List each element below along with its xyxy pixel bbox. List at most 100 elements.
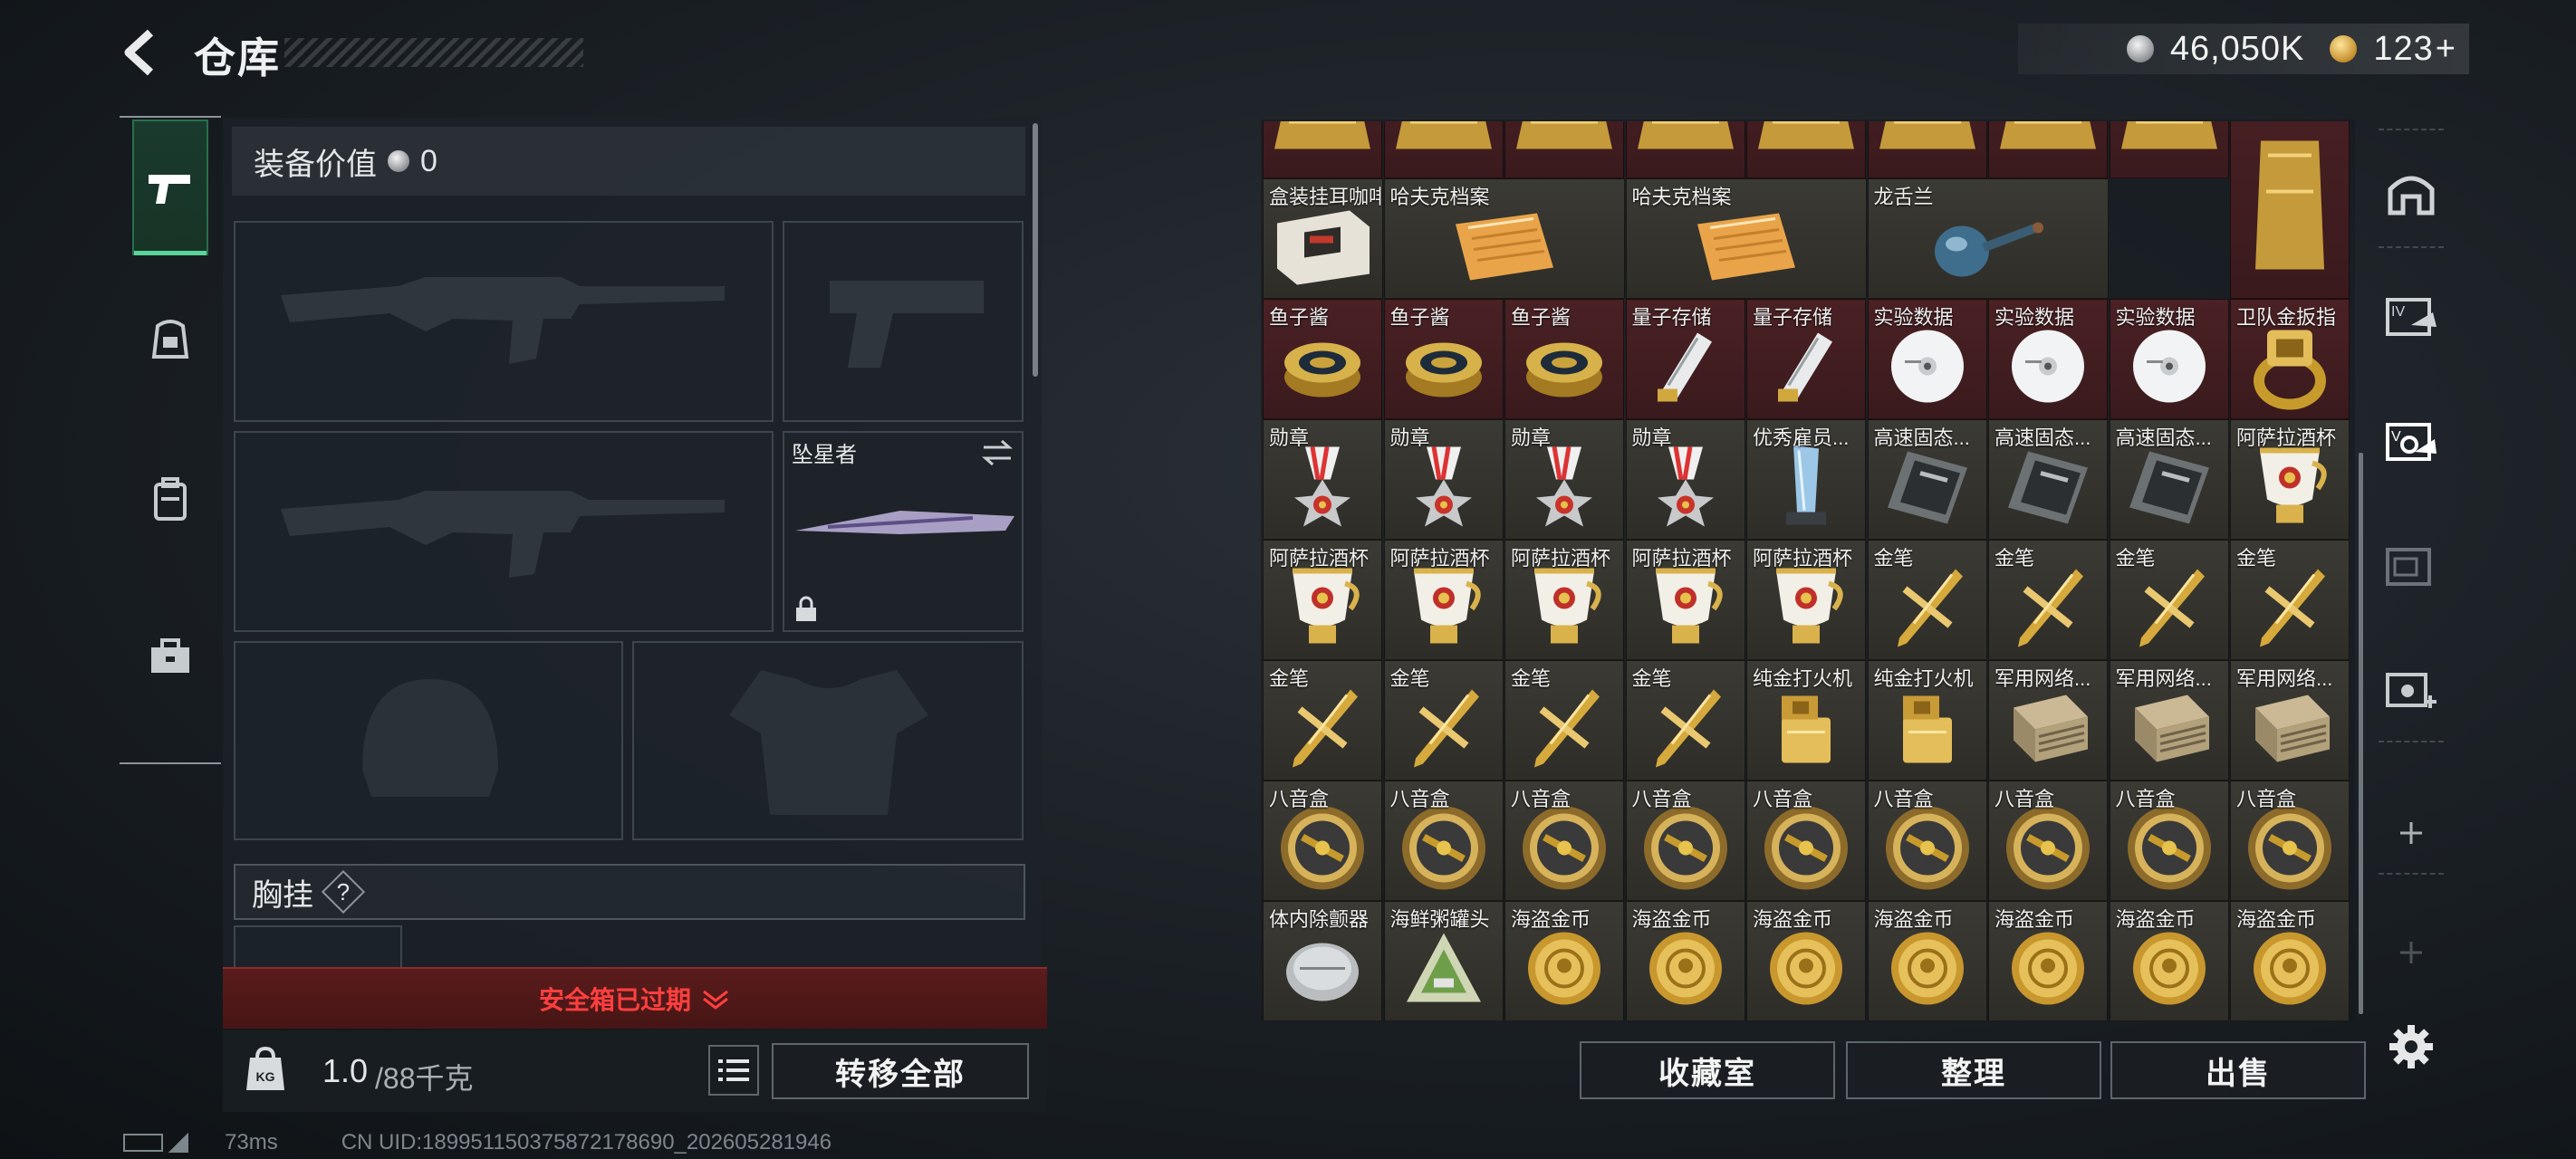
stash-item-gold-pen[interactable]: 金笔: [1988, 540, 2108, 660]
stash-item-ssd-drive[interactable]: 高速固态...: [2109, 419, 2229, 540]
nav-weapons[interactable]: [132, 120, 208, 255]
gold-currency[interactable]: 123 +: [2373, 30, 2456, 69]
nav-backpack[interactable]: [132, 431, 208, 567]
stash-item-pirate-coin[interactable]: 海盗金币: [1625, 901, 1745, 1021]
sell-button[interactable]: 出售: [2110, 1041, 2366, 1099]
stash-item-medal[interactable]: 勋章: [1263, 419, 1382, 540]
stash-item-gold-bar[interactable]: [1263, 121, 1382, 178]
stash-item-gold-bar[interactable]: [1504, 121, 1624, 178]
stash-item-music-box[interactable]: 八音盒: [1504, 781, 1624, 901]
stash-item-gold-pen[interactable]: 金笔: [1383, 660, 1504, 781]
stash-item-gold-pen[interactable]: 金笔: [1625, 660, 1745, 781]
stash-item-goblet[interactable]: 阿萨拉酒杯: [1746, 540, 1866, 660]
stash-item-medal[interactable]: 勋章: [1504, 419, 1624, 540]
stash-item-data-disc[interactable]: 实验数据: [1867, 299, 1987, 419]
stash-item-gold-bar[interactable]: [2109, 121, 2229, 178]
stash-item-ssd-drive[interactable]: 高速固态...: [1988, 419, 2108, 540]
stash-item-gold-pen[interactable]: 金笔: [1504, 660, 1624, 781]
stash-item-goblet[interactable]: 阿萨拉酒杯: [2230, 419, 2350, 540]
stash-item-crystal-trophy[interactable]: 优秀雇员...: [1746, 419, 1866, 540]
stash-item-music-box[interactable]: 八音盒: [1263, 781, 1382, 901]
safe-box-expired-banner[interactable]: 安全箱已过期: [223, 967, 1047, 1029]
primary-weapon-slot[interactable]: [234, 221, 774, 422]
stash-item-document[interactable]: 哈夫克档案: [1625, 178, 1867, 299]
stash-item-gold-pen[interactable]: 金笔: [2230, 540, 2350, 660]
stash-item-gold-bar[interactable]: [1988, 121, 2108, 178]
stash-item-goblet[interactable]: 阿萨拉酒杯: [1625, 540, 1745, 660]
stash-item-caviar-tin[interactable]: 鱼子酱: [1504, 299, 1624, 419]
stash-item-gold-lighter[interactable]: 纯金打火机: [1867, 660, 1987, 781]
stash-item-defibrillator[interactable]: 体内除颤器: [1263, 901, 1382, 1021]
stash-item-pirate-coin[interactable]: 海盗金币: [1504, 901, 1624, 1021]
stash-item-gold-ring[interactable]: 卫队金扳指: [2230, 299, 2350, 419]
stash-tab-3[interactable]: [2375, 531, 2447, 603]
nav-armor[interactable]: [132, 272, 208, 407]
add-stash-page-button-disabled[interactable]: [2375, 916, 2447, 989]
back-button[interactable]: [120, 27, 163, 78]
stash-item-network-module[interactable]: 军用网络...: [2230, 660, 2350, 781]
stash-item-caviar-tin[interactable]: 鱼子酱: [1383, 299, 1504, 419]
stash-item-music-box[interactable]: 八音盒: [2230, 781, 2350, 901]
stash-item-quantum-storage[interactable]: 量子存储: [1746, 299, 1866, 419]
stash-item-medal[interactable]: 勋章: [1383, 419, 1504, 540]
stash-item-gold-lighter[interactable]: 纯金打火机: [1746, 660, 1866, 781]
body-armor-slot[interactable]: [632, 641, 1024, 840]
stash-item-caviar-tin[interactable]: 鱼子酱: [1263, 299, 1382, 419]
melee-slot[interactable]: 坠星者: [783, 431, 1024, 632]
swap-arrows-icon[interactable]: [980, 438, 1014, 467]
stash-item-goblet[interactable]: 阿萨拉酒杯: [1263, 540, 1382, 660]
stash-item-pirate-coin[interactable]: 海盗金币: [1988, 901, 2108, 1021]
stash-item-tequila-bottle[interactable]: 龙舌兰: [1867, 178, 2109, 299]
stash-item-music-box[interactable]: 八音盒: [2109, 781, 2229, 901]
stash-item-gold-bar[interactable]: [1867, 121, 1987, 178]
stash-item-medal[interactable]: 勋章: [1625, 419, 1745, 540]
stash-item-gold-pen[interactable]: 金笔: [2109, 540, 2229, 660]
stash-item-network-module[interactable]: 军用网络...: [2109, 660, 2229, 781]
secondary-weapon-slot[interactable]: [234, 431, 774, 632]
stash-item-gold-pen[interactable]: 金笔: [1263, 660, 1382, 781]
item-name: 金笔: [2236, 547, 2277, 570]
stash-item-music-box[interactable]: 八音盒: [1867, 781, 1987, 901]
stash-item-pirate-coin[interactable]: 海盗金币: [1867, 901, 1987, 1021]
stash-tab-add[interactable]: [2375, 656, 2447, 728]
stash-tab-2[interactable]: V: [2375, 406, 2447, 478]
stash-item-porridge-can[interactable]: 海鲜粥罐头: [1383, 901, 1504, 1021]
stash-item-gold-bar-large[interactable]: [2230, 121, 2350, 299]
stash-item-pirate-coin[interactable]: 海盗金币: [2230, 901, 2350, 1021]
stash-item-ssd-drive[interactable]: 高速固态...: [1867, 419, 1987, 540]
stash-item-data-disc[interactable]: 实验数据: [1988, 299, 2108, 419]
stash-tab-1[interactable]: IV: [2375, 281, 2447, 353]
stash-item-gold-bar[interactable]: [1625, 121, 1745, 178]
stash-item-goblet[interactable]: 阿萨拉酒杯: [1383, 540, 1504, 660]
stash-item-quantum-storage[interactable]: 量子存储: [1625, 299, 1745, 419]
chest-rig-slot[interactable]: 胸挂 ?: [234, 864, 1025, 920]
list-view-button[interactable]: [708, 1045, 759, 1096]
stash-item-coffee-box[interactable]: 盒装挂耳咖啡: [1263, 178, 1383, 299]
stash-item-network-module[interactable]: 军用网络...: [1988, 660, 2108, 781]
collection-room-button[interactable]: 收藏室: [1580, 1041, 1835, 1099]
sort-button[interactable]: 整理: [1846, 1041, 2101, 1099]
stash-item-pirate-coin[interactable]: 海盗金币: [1746, 901, 1866, 1021]
stash-item-goblet[interactable]: 阿萨拉酒杯: [1504, 540, 1624, 660]
add-stash-page-button[interactable]: [2375, 797, 2447, 869]
stash-item-music-box[interactable]: 八音盒: [1383, 781, 1504, 901]
stash-item-music-box[interactable]: 八音盒: [1988, 781, 2108, 901]
stash-item-data-disc[interactable]: 实验数据: [2109, 299, 2229, 419]
stash-item-gold-pen[interactable]: 金笔: [1867, 540, 1987, 660]
stash-item-gold-bar[interactable]: [1746, 121, 1866, 178]
stash-scrollbar[interactable]: [2359, 453, 2363, 1014]
stash-tab-safehouse[interactable]: [2375, 156, 2447, 228]
nav-toolbox[interactable]: [132, 589, 208, 724]
helmet-slot[interactable]: [234, 641, 623, 840]
sidearm-slot[interactable]: [783, 221, 1024, 422]
transfer-all-button[interactable]: 转移全部: [772, 1043, 1029, 1099]
stash-item-music-box[interactable]: 八音盒: [1746, 781, 1866, 901]
chest-rig-help-icon[interactable]: ?: [321, 869, 366, 915]
stash-item-gold-bar[interactable]: [1383, 121, 1504, 178]
settings-button[interactable]: [2375, 1011, 2447, 1083]
stash-item-music-box[interactable]: 八音盒: [1625, 781, 1745, 901]
stash-item-pirate-coin[interactable]: 海盗金币: [2109, 901, 2229, 1021]
chest-rig-item-slot[interactable]: [234, 925, 402, 971]
stash-item-document[interactable]: 哈夫克档案: [1383, 178, 1625, 299]
loadout-scrollbar[interactable]: [1033, 123, 1038, 377]
